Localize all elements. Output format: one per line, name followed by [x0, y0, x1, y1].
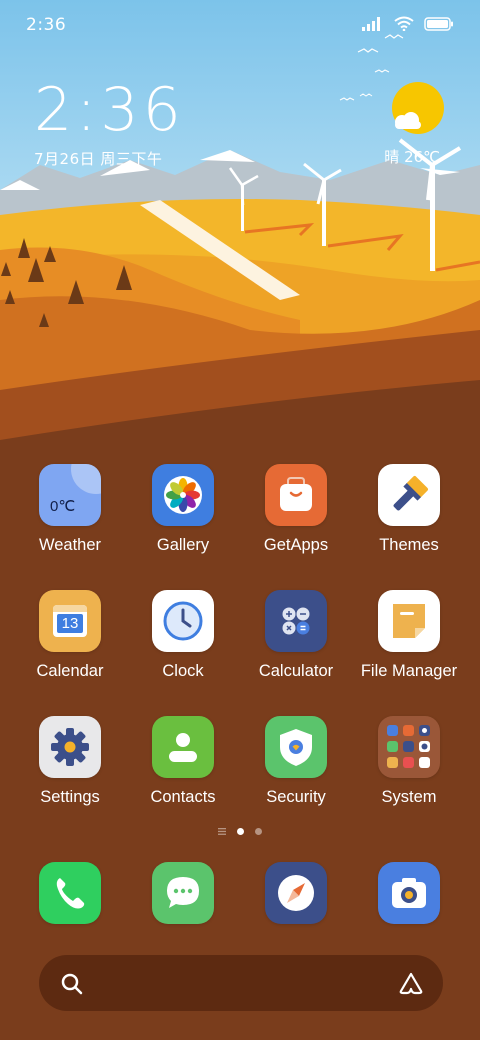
search-icon	[61, 973, 83, 995]
app-label: Clock	[162, 662, 204, 680]
wifi-icon	[394, 16, 414, 31]
app-label: Calendar	[36, 662, 104, 680]
status-icons	[362, 16, 454, 31]
getapps-icon	[265, 464, 327, 526]
security-icon	[265, 716, 327, 778]
app-security[interactable]: Security	[240, 716, 352, 807]
widget-time: 2:36	[34, 75, 185, 145]
clock-widget[interactable]: 2:36 7月26日 周三下午	[34, 78, 185, 169]
calendar-day: 13	[61, 615, 79, 632]
dock-phone[interactable]	[14, 862, 126, 924]
messages-icon	[152, 862, 214, 924]
page-dot-active	[237, 828, 244, 835]
app-getapps[interactable]: GetApps	[240, 464, 352, 555]
dock-messages[interactable]	[127, 862, 239, 924]
menu-lines-icon	[218, 828, 226, 835]
app-contacts[interactable]: Contacts	[127, 716, 239, 807]
app-label: Weather	[38, 536, 102, 554]
themes-icon	[378, 464, 440, 526]
folder-icon	[378, 716, 440, 778]
app-weather[interactable]: 0℃ Weather	[14, 464, 126, 555]
calculator-icon	[265, 590, 327, 652]
app-gallery[interactable]: Gallery	[127, 464, 239, 555]
widget-weather[interactable]: 晴 26℃	[384, 146, 440, 167]
app-calculator[interactable]: Calculator	[240, 590, 352, 681]
app-label: GetApps	[263, 536, 329, 554]
app-settings[interactable]: Settings	[14, 716, 126, 807]
app-label: Settings	[40, 788, 100, 806]
phone-icon	[39, 862, 101, 924]
dock-browser[interactable]	[240, 862, 352, 924]
clock-icon	[152, 590, 214, 652]
app-calendar[interactable]: 13 Calendar	[14, 590, 126, 681]
app-file-manager[interactable]: File Manager	[353, 590, 465, 681]
app-label: File Manager	[360, 662, 458, 680]
page-indicator[interactable]	[0, 828, 480, 835]
calendar-icon: 13	[39, 590, 101, 652]
weather-icon: 0℃	[39, 464, 101, 526]
browser-icon	[265, 862, 327, 924]
status-time: 2:36	[26, 15, 67, 35]
app-themes[interactable]: Themes	[353, 464, 465, 555]
page-dot	[255, 828, 262, 835]
search-bar[interactable]	[39, 955, 443, 1011]
widget-date: 7月26日 周三下午	[34, 150, 163, 168]
app-clock[interactable]: Clock	[127, 590, 239, 681]
app-label: System	[381, 788, 437, 806]
gallery-icon	[152, 464, 214, 526]
assistant-icon[interactable]	[397, 971, 425, 995]
settings-icon	[39, 716, 101, 778]
app-label: Contacts	[150, 788, 216, 806]
battery-icon	[424, 16, 453, 31]
dock-camera[interactable]	[353, 862, 465, 924]
weather-icon-text: 0℃	[50, 498, 76, 515]
camera-icon	[378, 862, 440, 924]
status-bar: 2:36	[0, 0, 480, 52]
app-label: Security	[266, 788, 326, 806]
app-label: Themes	[379, 536, 439, 554]
app-folder-system[interactable]: System	[353, 716, 465, 807]
app-label: Gallery	[156, 536, 210, 554]
contacts-icon	[152, 716, 214, 778]
app-label: Calculator	[258, 662, 334, 680]
file-manager-icon	[378, 590, 440, 652]
signal-icon	[362, 16, 380, 31]
